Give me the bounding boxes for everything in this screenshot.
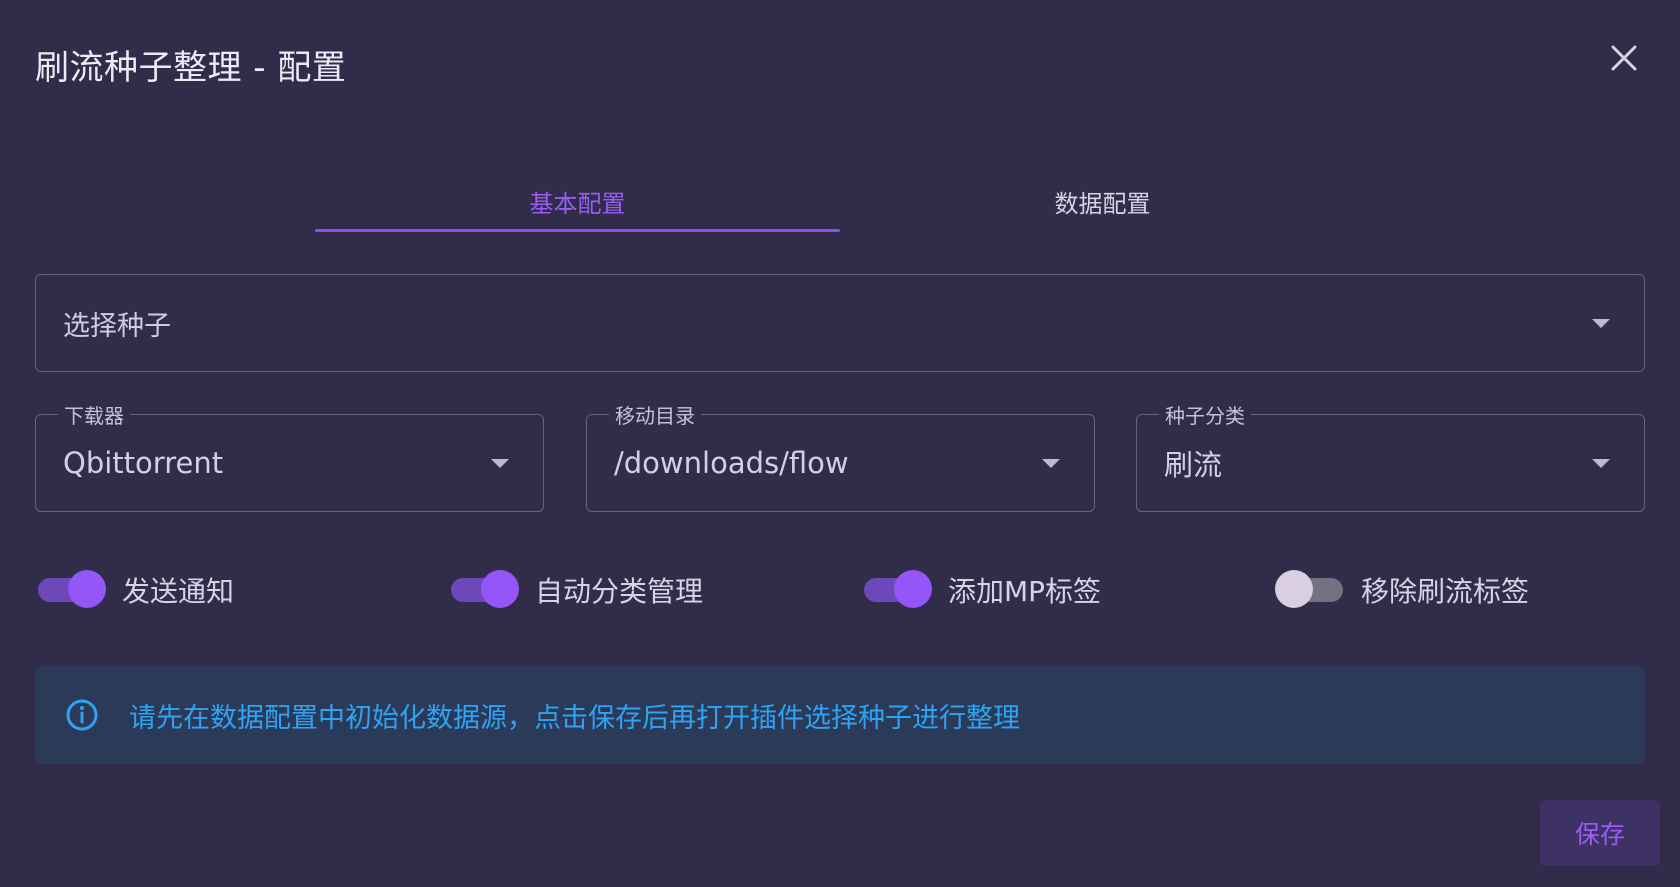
tab-data-config[interactable]: 数据配置 [840, 170, 1365, 232]
tab-basic-config[interactable]: 基本配置 [315, 170, 840, 232]
downloader-select[interactable]: 下载器 Qbittorrent [35, 400, 544, 512]
chevron-down-icon [1042, 459, 1060, 468]
downloader-label: 下载器 [58, 400, 130, 429]
toggle-knob [481, 570, 519, 608]
config-dialog: 刷流种子整理 - 配置 基本配置 数据配置 选择种子 下载器 Qbittorre… [0, 0, 1680, 887]
toggle-knob [1275, 570, 1313, 608]
info-alert: 请先在数据配置中初始化数据源，点击保存后再打开插件选择种子进行整理 [35, 666, 1645, 764]
move-directory-select[interactable]: 移动目录 /downloads/flow [586, 400, 1095, 512]
dialog-title: 刷流种子整理 - 配置 [35, 48, 347, 88]
tab-bar: 基本配置 数据配置 [315, 170, 1365, 232]
toggle-track[interactable] [864, 570, 932, 608]
move-directory-label: 移动目录 [609, 400, 701, 429]
torrent-select-placeholder: 选择种子 [63, 310, 171, 342]
auto-category-switch[interactable]: 自动分类管理 [451, 568, 703, 612]
downloader-value: Qbittorrent [63, 446, 224, 480]
send-notification-switch[interactable]: 发送通知 [38, 568, 234, 612]
chevron-down-icon [491, 459, 509, 468]
torrent-category-select[interactable]: 种子分类 刷流 [1136, 400, 1645, 512]
chevron-down-icon [1592, 459, 1610, 468]
switch-row: 发送通知 自动分类管理 添加MP标签 移除刷流标签 [38, 568, 1638, 612]
chevron-down-icon [1592, 319, 1610, 328]
move-directory-value: /downloads/flow [614, 446, 849, 480]
toggle-track[interactable] [1275, 570, 1343, 608]
close-button[interactable] [1606, 40, 1642, 76]
send-notification-label: 发送通知 [122, 575, 235, 608]
info-icon [65, 698, 99, 732]
toggle-track[interactable] [451, 570, 519, 608]
add-mp-tag-switch[interactable]: 添加MP标签 [864, 568, 1101, 612]
add-mp-tag-label: 添加MP标签 [948, 575, 1102, 608]
info-alert-text: 请先在数据配置中初始化数据源，点击保存后再打开插件选择种子进行整理 [129, 702, 1020, 734]
save-button[interactable]: 保存 [1540, 800, 1660, 866]
torrent-select[interactable]: 选择种子 [35, 274, 1645, 372]
toggle-knob [68, 570, 106, 608]
auto-category-label: 自动分类管理 [535, 575, 704, 608]
toggle-knob [894, 570, 932, 608]
close-icon [1611, 45, 1637, 71]
torrent-category-value: 刷流 [1164, 448, 1223, 482]
torrent-category-label: 种子分类 [1159, 400, 1251, 429]
toggle-track[interactable] [38, 570, 106, 608]
remove-brush-tag-switch[interactable]: 移除刷流标签 [1275, 568, 1530, 612]
remove-brush-tag-label: 移除刷流标签 [1361, 575, 1530, 608]
